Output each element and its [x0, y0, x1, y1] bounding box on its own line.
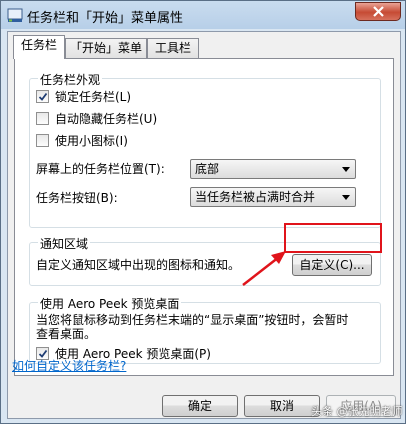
tab-taskbar[interactable]: 任务栏 [13, 35, 65, 59]
annotation-arrow [242, 251, 286, 286]
properties-window: 任务栏和「开始」菜单属性 任务栏 「开始」菜单 工具栏 任务栏外观 锁定任务栏(… [0, 0, 406, 424]
watermark: 头条 @张先明老师 [311, 405, 403, 418]
